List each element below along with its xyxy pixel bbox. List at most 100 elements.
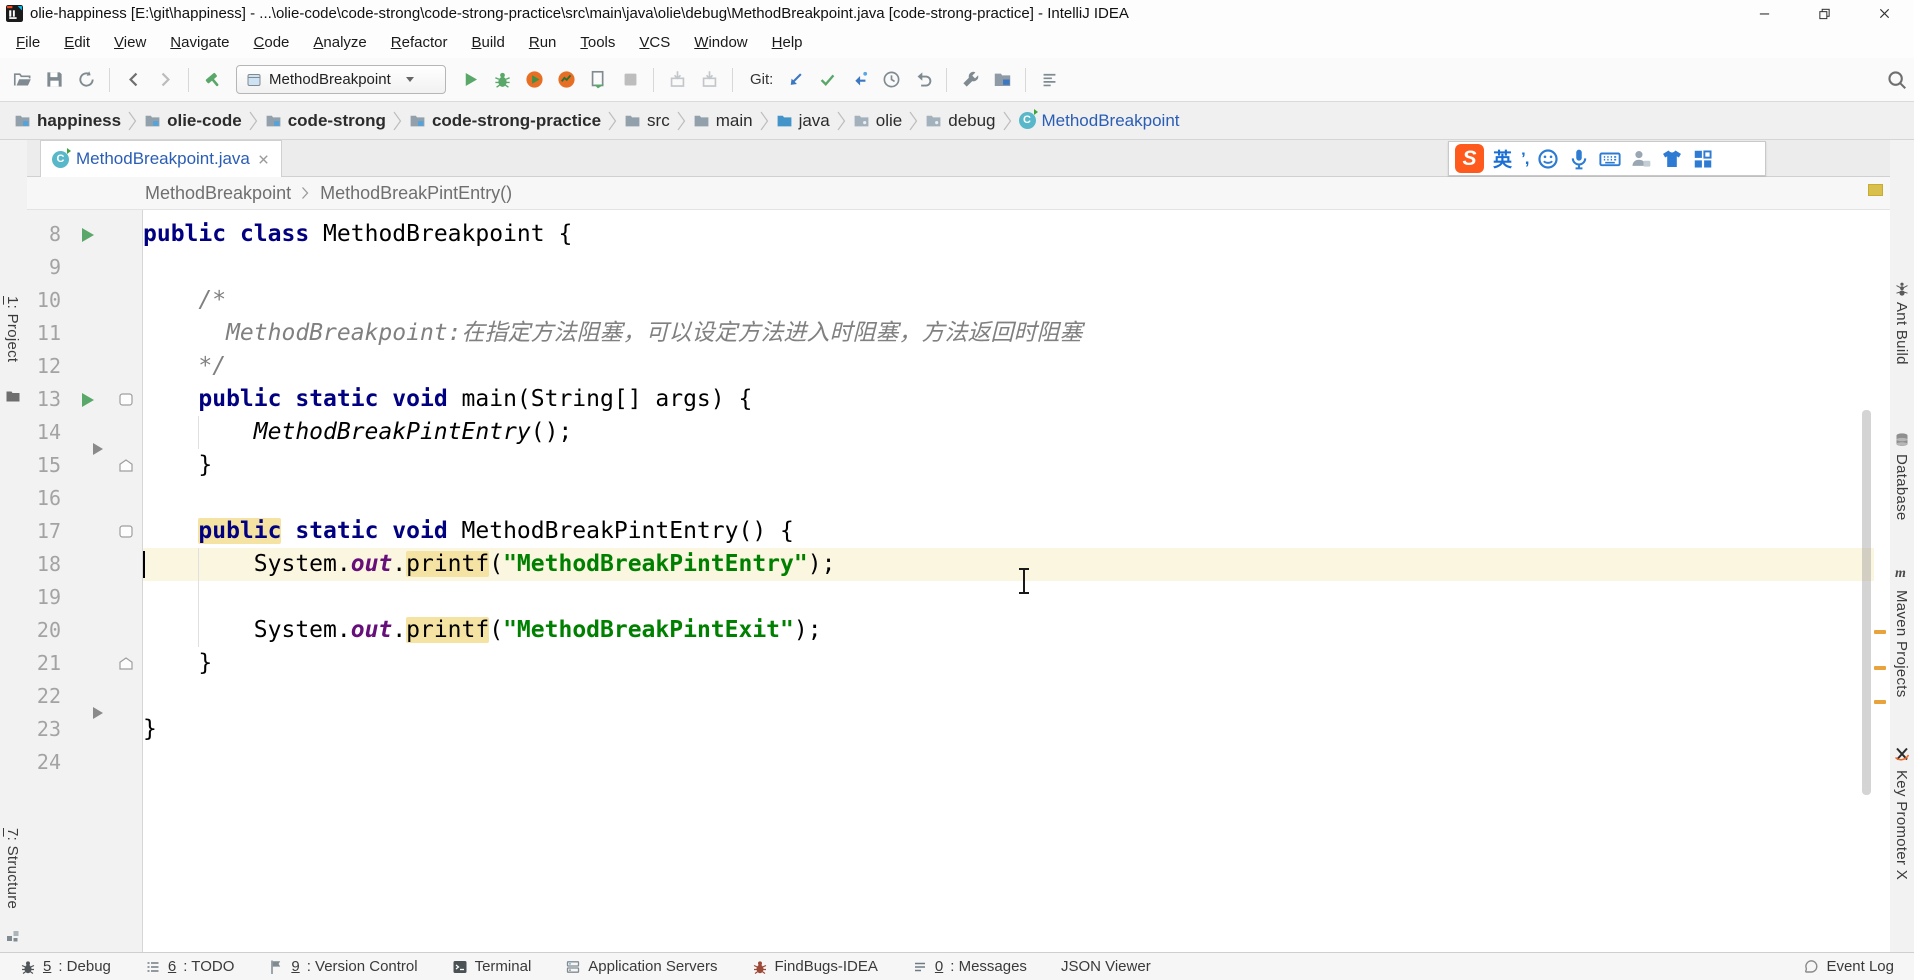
code-line[interactable]: System.out.printf("MethodBreakPintEntry"… (143, 548, 835, 581)
build-button[interactable] (196, 65, 228, 95)
sidebar-item-database[interactable]: Database (1893, 454, 1910, 521)
error-stripe-mark[interactable] (1874, 700, 1886, 704)
run-coverage-button[interactable] (518, 65, 550, 95)
line-number[interactable]: 14 (27, 416, 61, 449)
menu-item[interactable]: Edit (52, 34, 102, 51)
run-configuration-select[interactable]: MethodBreakpoint (236, 65, 446, 94)
line-number[interactable]: 19 (27, 581, 61, 614)
sidebar-item-project[interactable]: 1: Project (4, 296, 21, 362)
menu-item[interactable]: Refactor (379, 34, 460, 51)
menu-item[interactable]: Help (760, 34, 815, 51)
path-crumb-java[interactable]: java (772, 111, 834, 131)
debug-button[interactable] (486, 65, 518, 95)
path-crumb-code-strong-practice[interactable]: code-strong-practice (405, 111, 605, 131)
code-line[interactable]: System.out.printf("MethodBreakPintExit")… (143, 614, 822, 647)
line-number[interactable]: 12 (27, 350, 61, 383)
path-crumb-main[interactable]: main (689, 111, 757, 131)
run-line-icon[interactable] (82, 393, 94, 407)
git-commit-button[interactable] (811, 65, 843, 95)
code-line[interactable]: } (143, 449, 212, 482)
path-crumb-olie[interactable]: olie (849, 111, 906, 131)
folded-region-arrow-icon[interactable] (93, 443, 103, 455)
git-push-button[interactable] (843, 65, 875, 95)
code-line[interactable]: MethodBreakPintEntry(); (143, 416, 572, 449)
menu-item[interactable]: Tools (568, 34, 627, 51)
run-line-icon[interactable] (82, 228, 94, 242)
profiler-button[interactable] (550, 65, 582, 95)
keyboard-icon[interactable] (1599, 148, 1621, 170)
menu-item[interactable]: View (102, 34, 158, 51)
line-number[interactable]: 8 (27, 218, 61, 251)
project-structure-button[interactable] (986, 65, 1018, 95)
sidebar-item-maven-projects[interactable]: Maven Projects (1893, 590, 1910, 698)
line-number[interactable]: 13 (27, 383, 61, 416)
error-stripe-mark[interactable] (1874, 630, 1886, 634)
fold-marker-icon[interactable] (119, 393, 133, 406)
settings-button[interactable] (954, 65, 986, 95)
code-line[interactable]: public class MethodBreakpoint { (143, 218, 572, 251)
menu-item[interactable]: Analyze (301, 34, 378, 51)
statusbar-item--messages[interactable]: 0: Messages (912, 958, 1027, 975)
toolbox-icon[interactable] (1692, 148, 1714, 170)
sidebar-item-ant-build[interactable]: Ant Build (1893, 302, 1910, 365)
breadcrumb-class[interactable]: MethodBreakpoint (145, 183, 291, 204)
account-icon[interactable] (1630, 148, 1652, 170)
path-crumb-happiness[interactable]: happiness (10, 111, 125, 131)
emoji-icon[interactable] (1537, 148, 1559, 170)
history-button[interactable] (875, 65, 907, 95)
error-stripe-mark[interactable] (1874, 666, 1886, 670)
fold-marker-icon[interactable] (119, 525, 133, 538)
line-number[interactable]: 22 (27, 680, 61, 713)
ime-language-toggle[interactable]: 英 (1493, 145, 1512, 172)
minimize-button[interactable] (1734, 0, 1794, 26)
code-line[interactable]: public static void main(String[] args) { (143, 383, 752, 416)
statusbar-item-application-servers[interactable]: Application Servers (565, 958, 717, 975)
fold-marker-icon[interactable] (119, 657, 133, 670)
stop-button[interactable] (614, 65, 646, 95)
deploy-button[interactable] (693, 65, 725, 95)
search-everywhere-button[interactable] (1886, 69, 1908, 91)
run-button[interactable] (454, 65, 486, 95)
forward-button[interactable] (149, 65, 181, 95)
close-tab-icon[interactable] (257, 153, 270, 166)
statusbar-item-json-viewer[interactable]: JSON Viewer (1061, 958, 1151, 975)
line-number[interactable]: 16 (27, 482, 61, 515)
menu-item[interactable]: VCS (627, 34, 682, 51)
code-editor[interactable]: 89101112131415161718192021222324 public … (27, 210, 1890, 952)
menu-item[interactable]: Window (682, 34, 759, 51)
statusbar-item-terminal[interactable]: Terminal (452, 958, 532, 975)
code-line[interactable]: /* (143, 284, 226, 317)
attach-process-button[interactable] (582, 65, 614, 95)
menu-item[interactable]: Navigate (158, 34, 241, 51)
sync-button[interactable] (70, 65, 102, 95)
skin-icon[interactable] (1661, 148, 1683, 170)
line-number[interactable]: 10 (27, 284, 61, 317)
event-log-button[interactable]: Event Log (1803, 953, 1894, 980)
line-number[interactable]: 20 (27, 614, 61, 647)
code-line[interactable]: public static void MethodBreakPintEntry(… (143, 515, 794, 548)
inspection-indicator[interactable] (1868, 184, 1883, 196)
statusbar-item--todo[interactable]: 6: TODO (145, 958, 234, 975)
sidebar-item-key-promoter-x[interactable]: Key Promoter X (1893, 770, 1910, 880)
menu-item[interactable]: File (4, 34, 52, 51)
line-number[interactable]: 23 (27, 713, 61, 746)
line-number[interactable]: 11 (27, 317, 61, 350)
line-number[interactable]: 17 (27, 515, 61, 548)
line-number[interactable]: 9 (27, 251, 61, 284)
ime-punctuation-toggle[interactable]: ’, (1521, 149, 1528, 169)
sidebar-item-structure[interactable]: 7: Structure (4, 828, 21, 909)
code-line[interactable]: MethodBreakpoint:在指定方法阻塞，可以设定方法进入时阻塞，方法返… (143, 317, 1083, 350)
menu-item[interactable]: Code (242, 34, 302, 51)
breadcrumb-method[interactable]: MethodBreakPintEntry() (320, 183, 512, 204)
fold-marker-icon[interactable] (119, 459, 133, 472)
path-crumb-src[interactable]: src (620, 111, 674, 131)
save-button[interactable] (38, 65, 70, 95)
code-line[interactable]: */ (143, 350, 226, 383)
statusbar-item-findbugs-idea[interactable]: FindBugs-IDEA (752, 958, 878, 975)
code-line[interactable]: } (143, 647, 212, 680)
statusbar-item--version-control[interactable]: 9: Version Control (268, 958, 417, 975)
open-button[interactable] (6, 65, 38, 95)
restore-button[interactable] (1794, 0, 1854, 26)
path-crumb-debug[interactable]: debug (921, 111, 999, 131)
microphone-icon[interactable] (1568, 148, 1590, 170)
